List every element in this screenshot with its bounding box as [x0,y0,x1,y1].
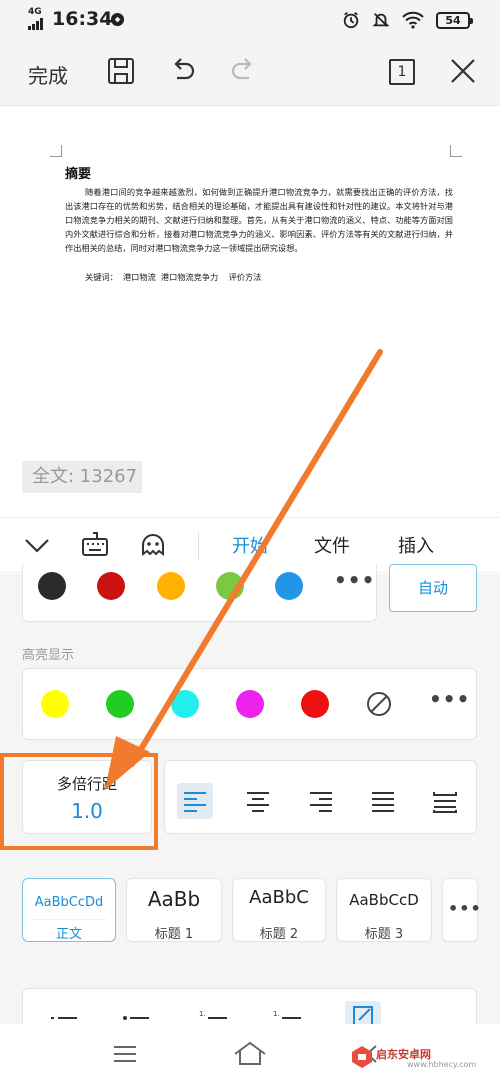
annotation-highlight-box [0,753,158,850]
status-bar: 4G 16:34 54 [0,0,500,40]
no-highlight-icon[interactable] [365,690,393,718]
wifi-icon [402,11,424,29]
editor-toolbar: 完成 1 [0,40,500,106]
status-time: 16:34 [52,8,113,30]
font-color-green[interactable] [216,572,244,600]
close-icon[interactable] [448,56,478,86]
dash-list-icon[interactable] [121,1013,151,1023]
style-heading-1[interactable]: AaBb 标题 1 [126,878,222,942]
location-icon [110,12,125,27]
alignment-card [164,760,477,834]
style-heading-3[interactable]: AaBbCcD 标题 3 [336,878,432,942]
more-styles-button[interactable]: ••• [442,878,481,942]
distribute-icon [433,792,457,813]
tab-file[interactable]: 文件 [314,532,350,558]
alarm-icon [343,12,359,29]
more-styles-icon: ••• [448,899,482,918]
style-name: 标题 2 [259,927,299,942]
undo-icon[interactable] [168,56,198,86]
style-sample: AaBbCcD [349,891,419,909]
network-type: 4G [28,7,42,17]
doc-abstract: 随着港口间的竞争越来越激烈，如何做到正确提升港口物流竞争力，就需要找出正确的评价… [65,187,453,253]
style-sample: AaBb [147,887,201,911]
style-sample: AaBbC [249,887,309,908]
align-left-button[interactable] [177,783,213,819]
done-button[interactable]: 完成 [28,60,68,89]
doc-heading: 摘要 [65,167,92,182]
svg-text:1.: 1. [273,1010,280,1018]
tab-home[interactable]: 开始 [232,532,268,558]
highlight-cyan[interactable] [171,690,199,718]
mute-icon [372,13,390,27]
align-right-icon [310,792,332,812]
font-color-blue[interactable] [275,572,303,600]
numbered-list-icon[interactable]: 1. [199,1009,229,1023]
style-name: 正文 [55,927,82,942]
margin-corner-right [450,145,462,157]
style-heading-2[interactable]: AaBbC 标题 2 [232,878,326,942]
distribute-button[interactable] [427,783,463,819]
more-colors-icon[interactable]: ••• [334,568,375,592]
document-canvas[interactable]: 摘要 随着港口间的竞争越来越激烈，如何做到正确提升港口物流竞争力，就需要找出正确… [0,107,500,507]
multilevel-list-icon[interactable]: 1. [273,1009,303,1023]
margin-corner-left [50,145,62,157]
redo-icon[interactable] [228,56,258,86]
auto-color-button[interactable]: 自动 [389,564,477,612]
style-normal[interactable]: AaBbCcDd 正文 [22,878,116,942]
style-name: 标题 1 [154,927,194,942]
font-color-red[interactable] [97,572,125,600]
battery-icon: 54 [436,11,473,29]
menu-icon[interactable] [112,1044,138,1064]
chevron-down-icon[interactable] [22,530,52,560]
doc-keywords: 关键词： 港口物流 港口物流竞争力 评价方法 [85,272,262,282]
align-center-icon [247,792,269,812]
save-icon[interactable] [106,56,136,86]
signal-icon [28,18,46,30]
style-divider [31,919,107,920]
font-color-orange[interactable] [157,572,185,600]
ribbon-separator [198,532,199,560]
watermark-url: www.hbhecy.com [407,1060,477,1069]
style-name: 标题 3 [364,927,404,942]
align-left-icon [184,792,206,812]
highlight-magenta[interactable] [236,690,264,718]
list-options-card: 1. 1. [22,988,477,1029]
assistant-icon[interactable] [138,530,168,560]
highlight-label: 高亮显示 [22,648,75,663]
more-highlight-icon[interactable]: ••• [429,687,470,711]
font-color-black[interactable] [38,572,66,600]
highlight-red[interactable] [301,690,329,718]
highlight-card: ••• [22,668,477,740]
bullet-list-icon[interactable] [49,1013,79,1023]
align-justify-button[interactable] [365,783,401,819]
tab-insert[interactable]: 插入 [398,532,434,558]
page-count: 1 [397,64,407,80]
svg-text:1.: 1. [199,1010,206,1018]
highlight-green[interactable] [106,690,134,718]
word-count-badge: 全文: 13267 [22,461,142,493]
font-color-card: ••• [22,564,377,622]
align-center-button[interactable] [240,783,276,819]
page-count-button[interactable]: 1 [389,59,415,85]
align-justify-icon [372,792,394,812]
watermark-logo-icon [352,1046,372,1068]
style-sample: AaBbCcDd [34,895,104,910]
keyboard-icon[interactable] [80,530,110,560]
highlight-yellow[interactable] [41,690,69,718]
align-right-button[interactable] [303,783,339,819]
home-icon[interactable] [232,1040,268,1066]
